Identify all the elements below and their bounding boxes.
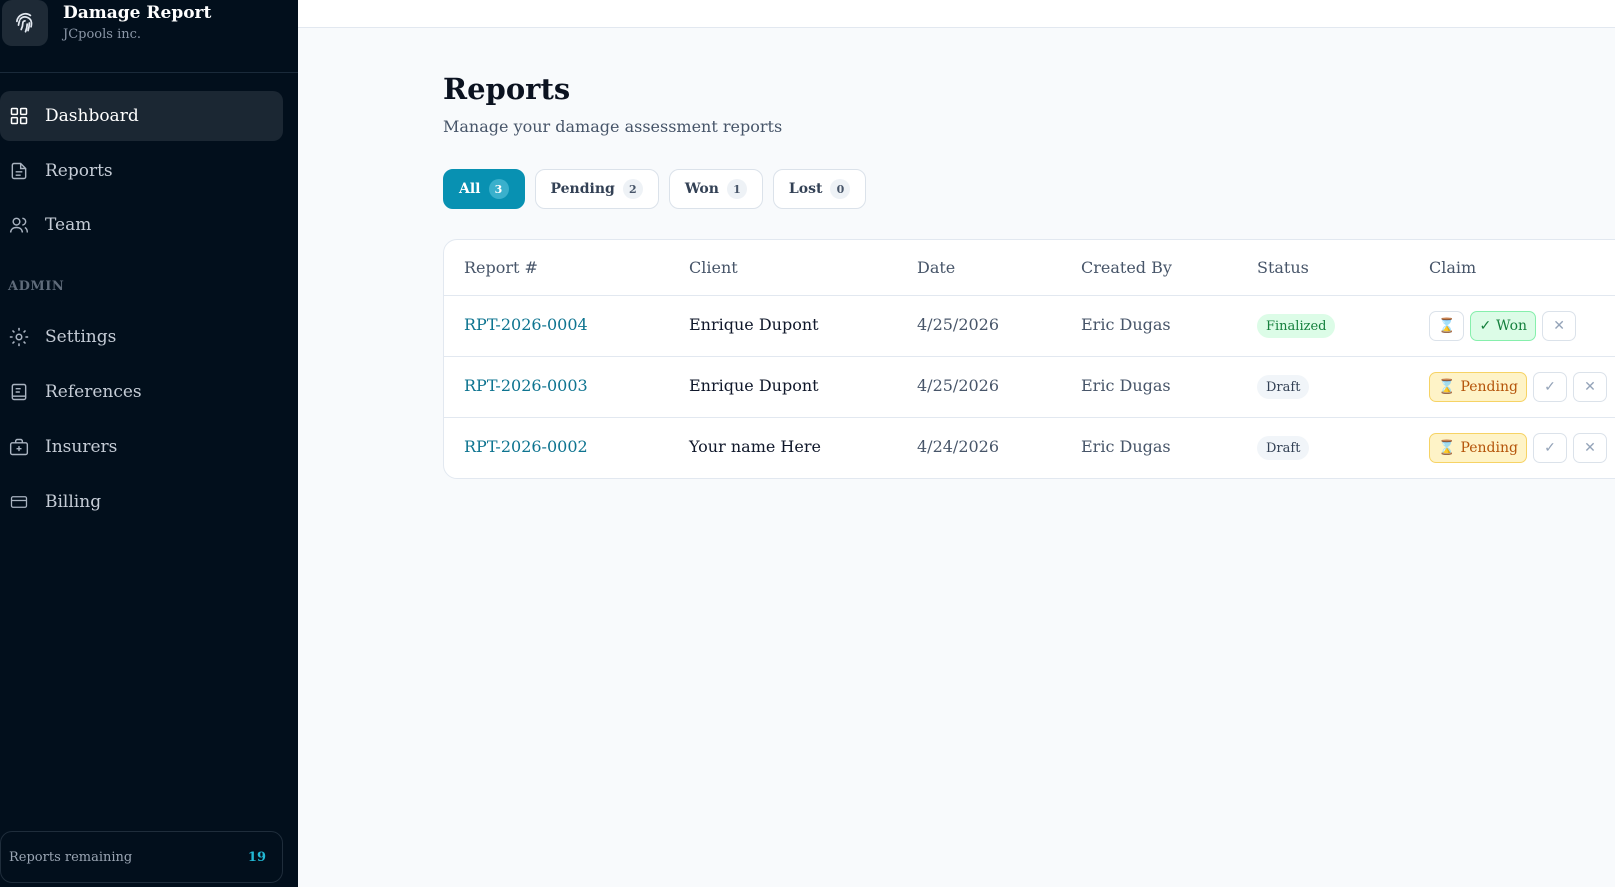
- report-date: 4/25/2026: [917, 315, 1000, 334]
- status-badge: Finalized: [1257, 314, 1336, 338]
- client-name: Your name Here: [689, 437, 821, 456]
- client-name: Enrique Dupont: [689, 376, 819, 395]
- report-number-link[interactable]: RPT-2026-0002: [464, 437, 588, 456]
- report-number-link[interactable]: RPT-2026-0004: [464, 315, 588, 334]
- client-name: Enrique Dupont: [689, 315, 819, 334]
- column-header-date[interactable]: Date: [917, 258, 955, 277]
- report-date: 4/25/2026: [917, 376, 1000, 395]
- check-icon: ✓: [1544, 379, 1556, 395]
- page-title: Reports: [443, 72, 571, 106]
- column-header-status[interactable]: Status: [1257, 258, 1309, 277]
- grid-icon: [8, 105, 30, 127]
- claim-actions: ⌛ Pending ✓ ✕: [1429, 433, 1607, 463]
- filter-all[interactable]: All 3: [443, 169, 525, 209]
- column-header-client[interactable]: Client: [689, 258, 738, 277]
- nav-item-settings[interactable]: Settings: [0, 312, 283, 362]
- filter-count: 3: [488, 179, 509, 199]
- column-header-created-by[interactable]: Created By: [1081, 258, 1172, 277]
- nav-label: References: [45, 382, 142, 402]
- document-icon: [8, 160, 30, 182]
- company-name: JCpools inc.: [63, 27, 142, 42]
- nav-label: Insurers: [45, 437, 118, 457]
- app-root: Damage Report JCpools inc. Dashboard Rep…: [0, 0, 1615, 887]
- filter-label: Won: [684, 181, 719, 197]
- filter-label: Pending: [550, 181, 615, 197]
- brand-header: Damage Report JCpools inc.: [0, 0, 298, 73]
- claim-pending-button[interactable]: ⌛ Pending: [1429, 372, 1527, 402]
- claim-pending-button[interactable]: ⌛ Pending: [1429, 433, 1527, 463]
- table-row[interactable]: RPT-2026-0004 Enrique Dupont 4/25/2026 E…: [444, 296, 1615, 357]
- filter-label: Lost: [788, 181, 823, 197]
- claim-actions: ⌛ ✓ Won ✕: [1429, 311, 1577, 341]
- claim-won-button[interactable]: ✓ Won: [1470, 311, 1537, 341]
- reports-remaining-card: Reports remaining 19: [0, 831, 283, 883]
- nav-item-reports[interactable]: Reports: [0, 146, 283, 196]
- table-row[interactable]: RPT-2026-0003 Enrique Dupont 4/25/2026 E…: [444, 357, 1615, 418]
- claim-lost-button[interactable]: ✕: [1542, 311, 1577, 341]
- gear-icon: [8, 326, 30, 348]
- filter-pending[interactable]: Pending 2: [534, 169, 659, 209]
- fingerprint-icon[interactable]: [2, 0, 48, 46]
- admin-section-label: ADMIN: [8, 279, 65, 294]
- page-subtitle: Manage your damage assessment reports: [443, 117, 783, 136]
- report-number-link[interactable]: RPT-2026-0003: [464, 376, 588, 395]
- hourglass-icon: ⌛: [1438, 440, 1456, 456]
- hourglass-icon: ⌛: [1438, 318, 1456, 334]
- sidebar: Damage Report JCpools inc. Dashboard Rep…: [0, 0, 298, 887]
- status-badge: Draft: [1257, 436, 1310, 460]
- nav-item-billing[interactable]: Billing: [0, 477, 283, 527]
- filter-count: 0: [830, 179, 851, 199]
- claim-won-button[interactable]: ✓: [1532, 372, 1567, 402]
- hourglass-icon: ⌛: [1438, 379, 1456, 395]
- filter-label: All: [459, 181, 481, 197]
- users-icon: [8, 214, 30, 236]
- reports-table: Report # Client Date Created By Status C…: [443, 239, 1615, 479]
- nav-label: Reports: [45, 161, 113, 181]
- reports-remaining-label: Reports remaining: [9, 849, 133, 865]
- claim-won-label: Won: [1496, 318, 1528, 334]
- column-header-claim: Claim: [1429, 258, 1477, 277]
- column-header-report[interactable]: Report #: [464, 258, 538, 277]
- nav-item-team[interactable]: Team: [0, 200, 283, 250]
- claim-won-button[interactable]: ✓: [1532, 433, 1567, 463]
- created-by: Eric Dugas: [1081, 437, 1171, 456]
- status-badge: Draft: [1257, 375, 1310, 399]
- created-by: Eric Dugas: [1081, 376, 1171, 395]
- claim-pending-label: Pending: [1460, 440, 1518, 456]
- created-by: Eric Dugas: [1081, 315, 1171, 334]
- nav-item-references[interactable]: References: [0, 367, 283, 417]
- app-title: Damage Report: [63, 3, 212, 23]
- nav-label: Settings: [45, 327, 117, 347]
- filter-count: 2: [622, 179, 643, 199]
- report-date: 4/24/2026: [917, 437, 1000, 456]
- filter-tabs: All 3 Pending 2 Won 1 Lost 0: [443, 169, 867, 209]
- nav-item-dashboard[interactable]: Dashboard: [0, 91, 283, 141]
- check-icon: ✓: [1544, 440, 1556, 456]
- filter-count: 1: [726, 179, 747, 199]
- claim-actions: ⌛ Pending ✓ ✕: [1429, 372, 1607, 402]
- nav-label: Dashboard: [45, 106, 139, 126]
- close-icon: ✕: [1584, 440, 1596, 456]
- claim-pending-button[interactable]: ⌛: [1429, 311, 1465, 341]
- briefcase-medical-icon: [8, 436, 30, 458]
- book-icon: [8, 381, 30, 403]
- check-icon: ✓: [1479, 318, 1492, 334]
- reports-remaining-count: 19: [247, 849, 266, 865]
- nav-item-insurers[interactable]: Insurers: [0, 422, 283, 472]
- table-row[interactable]: RPT-2026-0002 Your name Here 4/24/2026 E…: [444, 418, 1615, 478]
- top-bar: [298, 0, 1615, 28]
- claim-lost-button[interactable]: ✕: [1572, 433, 1607, 463]
- table-header: Report # Client Date Created By Status C…: [444, 240, 1615, 296]
- claim-pending-label: Pending: [1460, 379, 1518, 395]
- filter-won[interactable]: Won 1: [668, 169, 763, 209]
- close-icon: ✕: [1553, 318, 1565, 334]
- claim-lost-button[interactable]: ✕: [1572, 372, 1607, 402]
- nav-label: Billing: [45, 492, 102, 512]
- nav-label: Team: [45, 215, 92, 235]
- close-icon: ✕: [1584, 379, 1596, 395]
- credit-card-icon: [8, 491, 30, 513]
- filter-lost[interactable]: Lost 0: [772, 169, 867, 209]
